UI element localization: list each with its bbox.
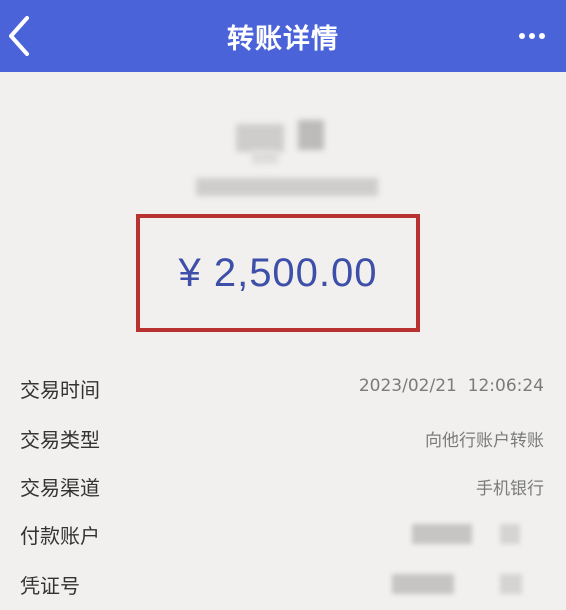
detail-label: 付款账户 (20, 524, 100, 548)
detail-value: 2023/02/21 12:06:24 (358, 376, 544, 396)
detail-value: 手机银行 (476, 479, 544, 499)
detail-row-voucher: 凭证号 (0, 562, 566, 602)
back-button[interactable] (0, 10, 40, 62)
more-horizontal-icon (519, 33, 525, 39)
detail-label: 凭证号 (20, 574, 80, 598)
detail-label: 交易类型 (20, 428, 100, 452)
voucher-number-redacted (392, 574, 454, 594)
page-title: 转账详情 (227, 23, 339, 55)
recipient-account-redacted (196, 178, 378, 196)
transfer-amount: ¥ 2,500.00 (178, 250, 378, 295)
detail-row-time: 交易时间 2023/02/21 12:06:24 (0, 366, 566, 406)
detail-value: 向他行账户转账 (425, 431, 544, 451)
recipient-name-redacted (236, 124, 284, 152)
detail-label: 交易时间 (20, 378, 100, 402)
detail-row-payer-account: 付款账户 (0, 512, 566, 552)
chevron-left-icon (9, 16, 29, 56)
detail-label: 交易渠道 (20, 476, 100, 500)
amount-highlight-box: ¥ 2,500.00 (136, 214, 420, 332)
header-bar: 转账详情 (0, 0, 566, 72)
payer-account-redacted (412, 524, 472, 544)
more-button[interactable] (512, 22, 552, 50)
detail-row-type: 交易类型 向他行账户转账 (0, 416, 566, 456)
detail-row-channel: 交易渠道 手机银行 (0, 464, 566, 504)
